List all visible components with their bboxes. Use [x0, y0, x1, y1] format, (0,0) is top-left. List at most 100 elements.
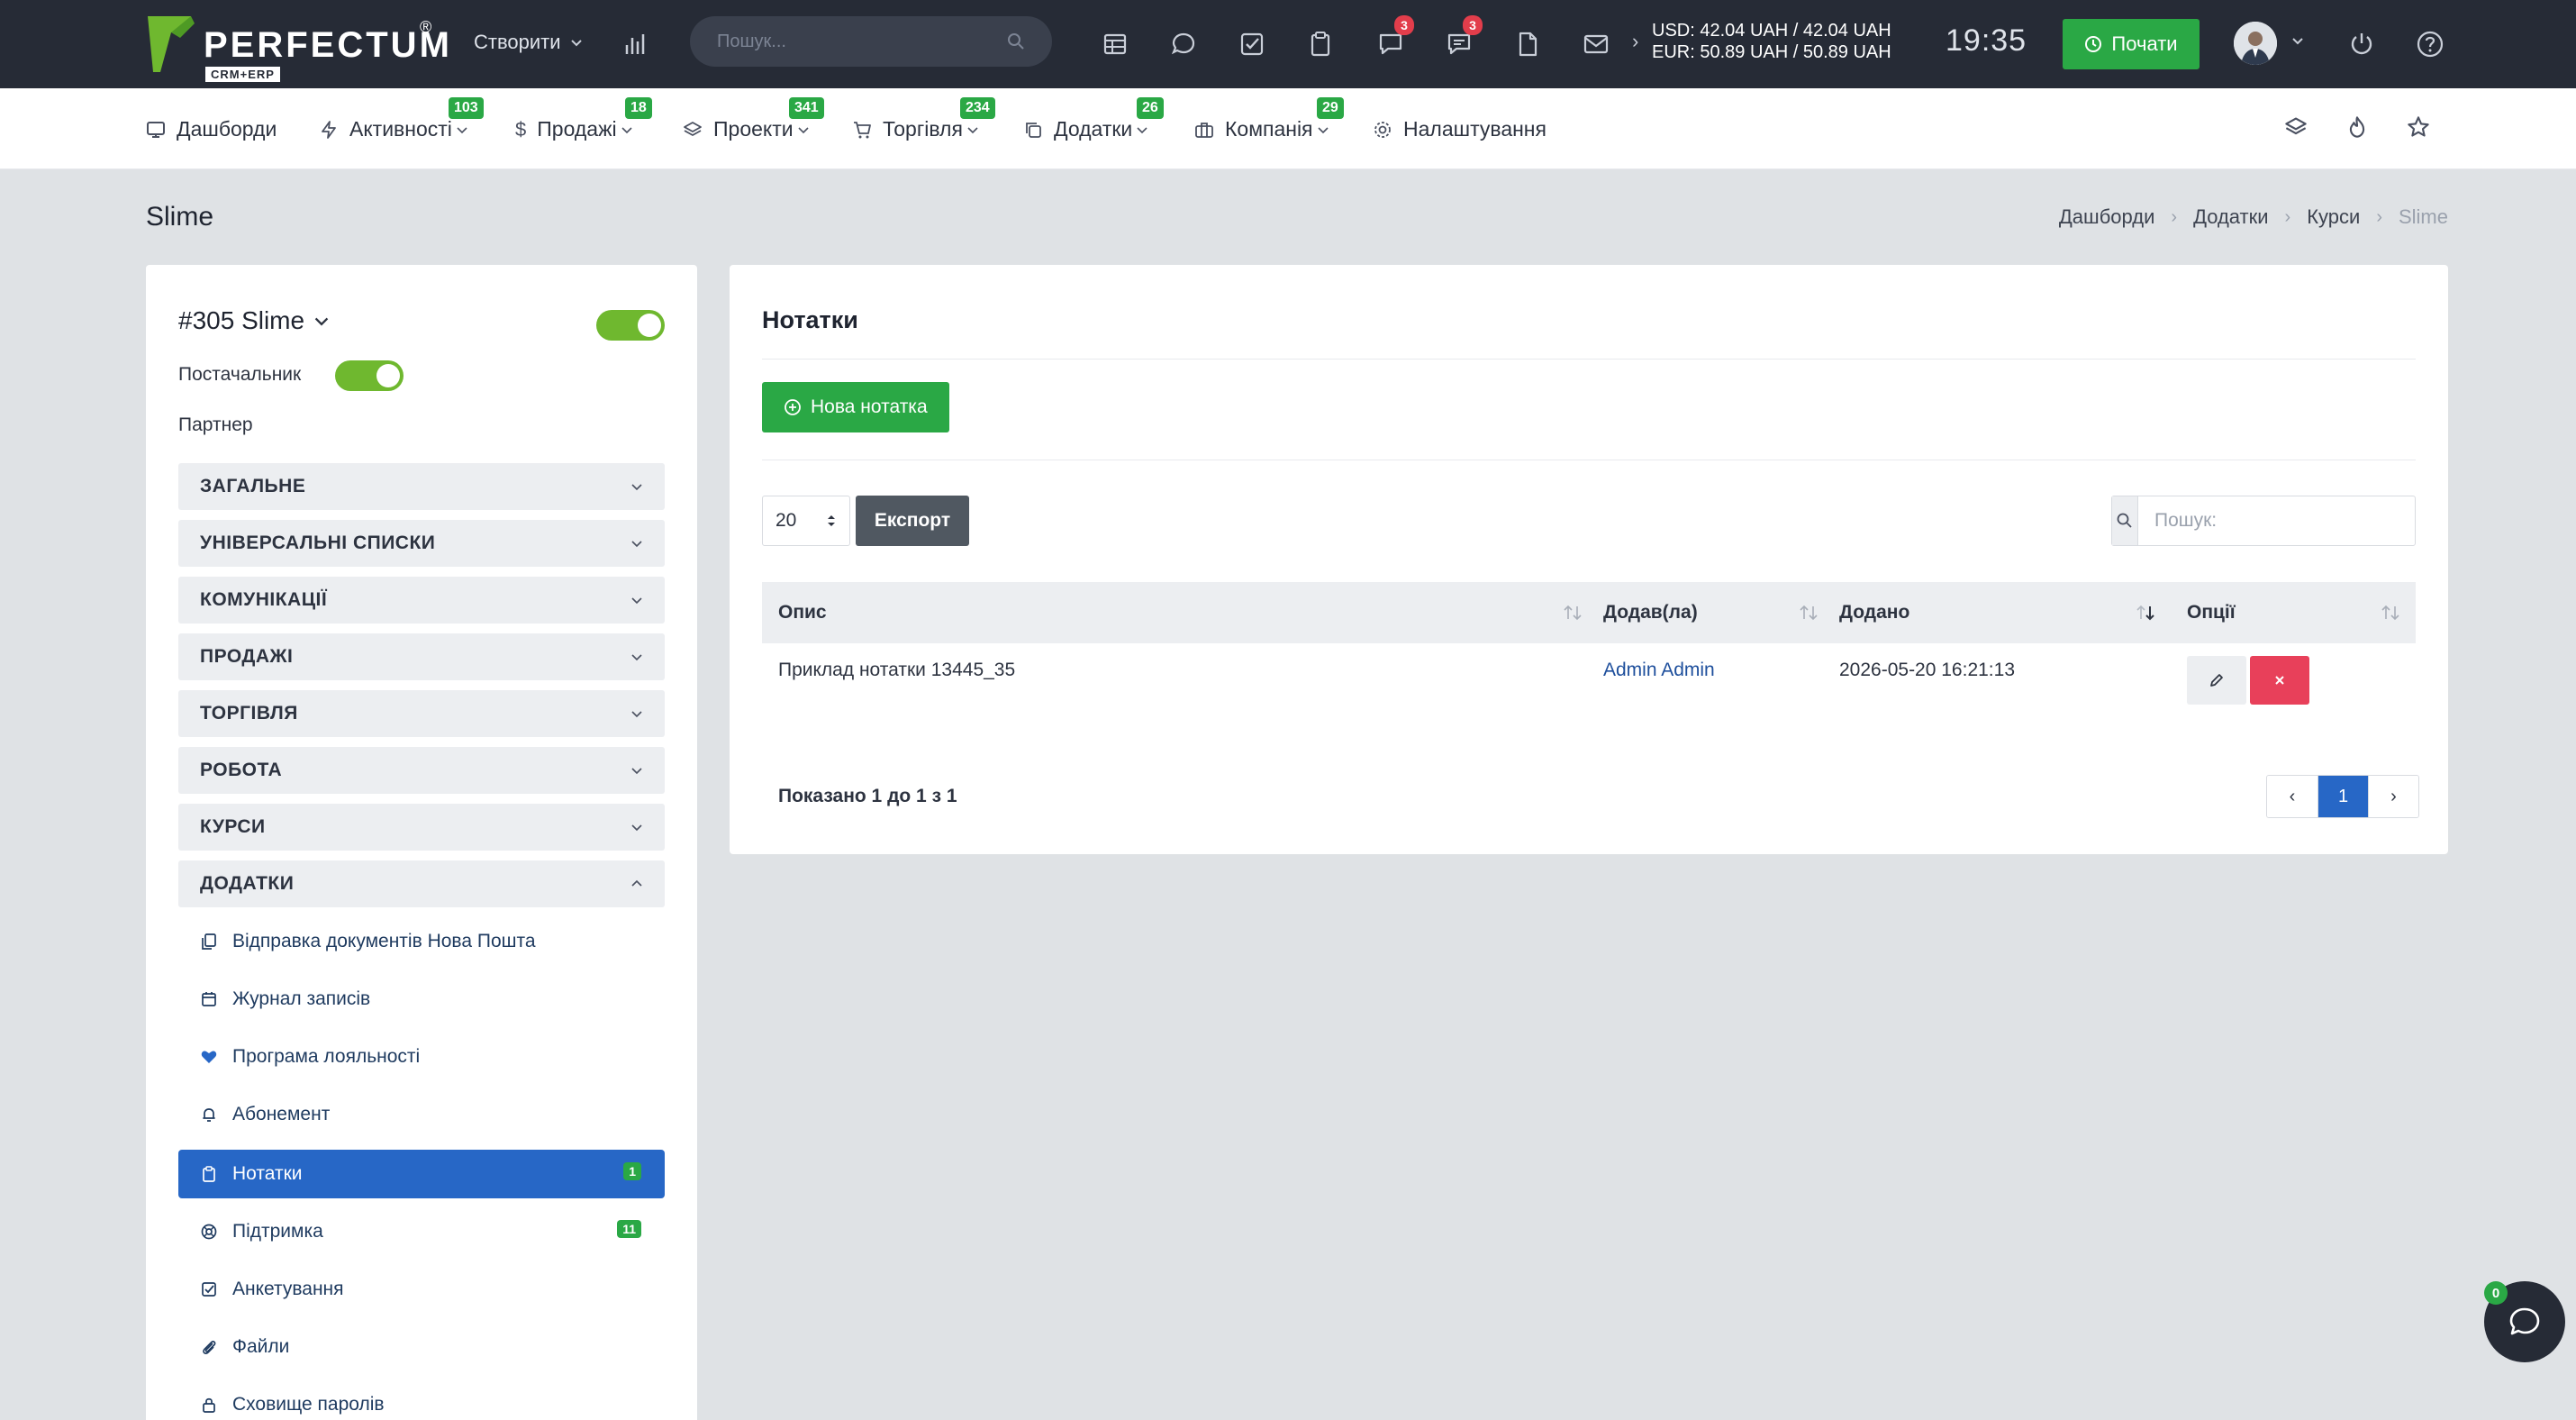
supplier-toggle[interactable]: [335, 360, 404, 391]
edit-button[interactable]: [2187, 656, 2246, 705]
start-timer-button[interactable]: Почати: [2063, 19, 2200, 69]
nav-settings[interactable]: Налаштування: [1373, 117, 1547, 141]
column-created[interactable]: Додано: [1839, 582, 1909, 643]
chevron-down-icon: [631, 711, 642, 718]
documents-icon: [202, 933, 216, 950]
sort-desc-icon[interactable]: [2135, 602, 2156, 624]
sort-icon[interactable]: [2380, 602, 2401, 624]
addon-loyalty[interactable]: Програма лояльності: [178, 1033, 665, 1081]
addon-files-label: Файли: [232, 1336, 290, 1357]
breadcrumb-addons[interactable]: Додатки: [2193, 205, 2268, 229]
breadcrumb-dashboards[interactable]: Дашборди: [2059, 205, 2154, 229]
reports-icon[interactable]: [618, 26, 654, 62]
export-button[interactable]: Експорт: [856, 496, 969, 546]
entity-title[interactable]: #305 Slime: [178, 306, 330, 335]
create-menu[interactable]: Створити: [474, 31, 583, 54]
nav-activities[interactable]: Активності 103: [319, 97, 484, 141]
star-icon[interactable]: [2407, 115, 2430, 139]
delete-button[interactable]: [2250, 656, 2309, 705]
section-addons[interactable]: ДОДАТКИ: [178, 860, 665, 907]
chat-widget-button[interactable]: 0: [2484, 1281, 2565, 1362]
section-work-label: РОБОТА: [200, 760, 283, 780]
logo-mark-icon: [148, 16, 195, 72]
search-icon: [1008, 33, 1024, 50]
nav-dashboards[interactable]: Дашборди: [146, 117, 277, 141]
breadcrumb-current: Slime: [2398, 205, 2448, 228]
section-courses[interactable]: КУРСИ: [178, 804, 665, 851]
nav-projects[interactable]: Проекти 341: [683, 97, 824, 141]
addon-subscription[interactable]: Абонемент: [178, 1090, 665, 1139]
chevron-down-icon: [631, 824, 642, 832]
chat-bubble-icon: [2509, 1307, 2540, 1335]
heart-icon: [201, 1051, 217, 1063]
section-universal-lists[interactable]: УНІВЕРСАЛЬНІ СПИСКИ: [178, 520, 665, 567]
table-search-input[interactable]: [2138, 496, 2415, 545]
section-work[interactable]: РОБОТА: [178, 747, 665, 794]
user-menu-chevron-icon[interactable]: [2291, 34, 2304, 47]
section-general[interactable]: ЗАГАЛЬНЕ: [178, 463, 665, 510]
chevron-down-icon: [967, 126, 978, 133]
start-timer-label: Почати: [2111, 32, 2178, 55]
avatar[interactable]: [2234, 22, 2277, 65]
power-icon[interactable]: [2344, 26, 2380, 62]
tasks-icon[interactable]: [1234, 26, 1270, 62]
clock-icon: [2085, 36, 2102, 52]
fire-icon[interactable]: [2345, 115, 2369, 139]
supplier-label: Постачальник: [178, 364, 302, 385]
section-courses-label: КУРСИ: [200, 816, 266, 837]
nav-company-badge: 29: [1317, 97, 1344, 119]
new-note-button[interactable]: Нова нотатка: [762, 382, 949, 432]
addon-booking-log[interactable]: Журнал записів: [178, 975, 665, 1024]
table-icon[interactable]: [1097, 26, 1133, 62]
addon-password-vault[interactable]: Сховище паролів: [178, 1380, 665, 1420]
addon-notes[interactable]: Нотатки 1: [178, 1150, 665, 1198]
addon-surveys[interactable]: Анкетування: [178, 1265, 665, 1314]
global-search-placeholder: Пошук...: [717, 31, 786, 51]
lifebuoy-icon: [201, 1224, 217, 1240]
nav-company[interactable]: Компанія 29: [1194, 97, 1344, 141]
addon-nova-poshta[interactable]: Відправка документів Нова Пошта: [178, 917, 665, 966]
pagination-next[interactable]: ›: [2368, 776, 2418, 817]
clipboard-icon[interactable]: [1302, 26, 1338, 62]
column-options: Опції: [2187, 602, 2236, 623]
addon-files[interactable]: Файли: [178, 1323, 665, 1371]
chat-notifications-icon[interactable]: 3: [1373, 15, 1414, 62]
section-addons-label: ДОДАТКИ: [200, 873, 295, 894]
sort-icon[interactable]: [1562, 602, 1583, 624]
notes-panel: Нотатки Нова нотатка 20 Експорт Опис Дод…: [730, 265, 2448, 854]
section-trade[interactable]: ТОРГІВЛЯ: [178, 690, 665, 737]
table-info: Показано 1 до 1 з 1: [778, 786, 957, 806]
messages-icon[interactable]: 3: [1441, 15, 1483, 62]
breadcrumb: Дашборди › Додатки › Курси › Slime: [2059, 205, 2448, 229]
addon-support-label: Підтримка: [232, 1221, 323, 1242]
section-communications[interactable]: КОМУНІКАЦІЇ: [178, 577, 665, 624]
currency-rates[interactable]: › USD: 42.04 UAH / 42.04 UAH EUR: 50.89 …: [1632, 20, 1891, 63]
nav-sales[interactable]: $ Продажі 18: [515, 97, 652, 141]
chevron-down-icon: [798, 126, 809, 133]
breadcrumb-courses[interactable]: Курси: [2307, 205, 2360, 229]
global-search[interactable]: Пошук...: [690, 16, 1052, 67]
entity-active-toggle[interactable]: [596, 310, 665, 341]
rate-eur: EUR: 50.89 UAH / 50.89 UAH: [1652, 42, 1891, 62]
pagination-prev[interactable]: ‹: [2267, 776, 2317, 817]
comment-icon[interactable]: [1166, 26, 1202, 62]
pagination-page[interactable]: 1: [2317, 776, 2368, 817]
clock: 19:35: [1946, 23, 2027, 58]
addon-support[interactable]: Підтримка 11: [178, 1207, 665, 1256]
column-author[interactable]: Додав(ла): [1603, 582, 1698, 643]
page-length-select[interactable]: 20: [762, 496, 850, 546]
nav-trade[interactable]: Торгівля 234: [852, 97, 995, 141]
entity-sidebar: #305 Slime Постачальник Партнер ЗАГАЛЬНЕ…: [146, 265, 697, 1420]
layers-icon[interactable]: [2284, 115, 2308, 139]
mail-icon[interactable]: [1578, 26, 1614, 62]
document-icon[interactable]: [1510, 26, 1546, 62]
help-icon[interactable]: [2412, 26, 2448, 62]
note-author-link[interactable]: Admin Admin: [1603, 660, 1715, 681]
nav-company-label: Компанія: [1225, 117, 1313, 141]
nav-projects-badge: 341: [789, 97, 824, 119]
nav-addons[interactable]: Додатки 26: [1023, 97, 1164, 141]
sort-icon[interactable]: [1798, 602, 1819, 624]
column-description[interactable]: Опис: [778, 582, 827, 643]
gear-icon: [1374, 121, 1391, 138]
section-sales[interactable]: ПРОДАЖІ: [178, 633, 665, 680]
